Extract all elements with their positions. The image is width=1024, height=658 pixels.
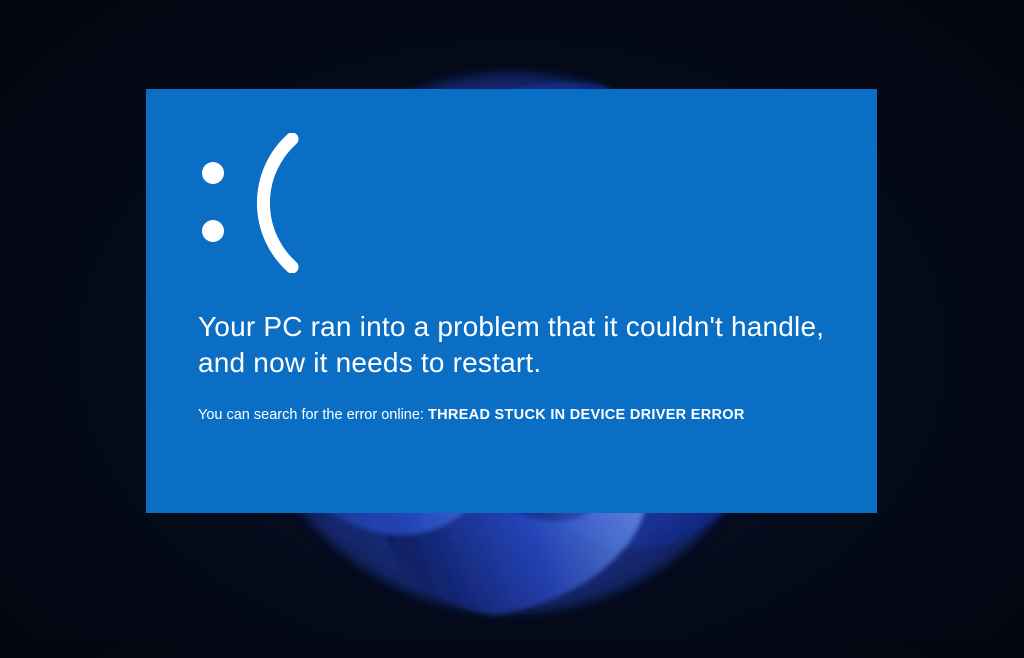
sad-face-icon bbox=[196, 133, 825, 273]
bsod-message: Your PC ran into a problem that it could… bbox=[198, 309, 825, 381]
bsod-search-prefix: You can search for the error online: bbox=[198, 407, 428, 423]
bsod-error-code: THREAD STUCK IN DEVICE DRIVER ERROR bbox=[428, 407, 745, 423]
bsod-panel: Your PC ran into a problem that it could… bbox=[146, 89, 877, 513]
bsod-search-line: You can search for the error online: THR… bbox=[198, 407, 825, 423]
